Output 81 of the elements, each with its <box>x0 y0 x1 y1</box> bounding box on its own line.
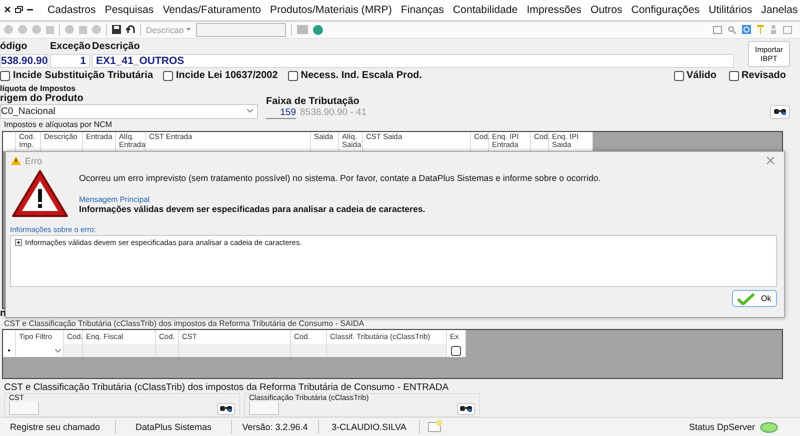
chevron-down-icon <box>247 109 253 114</box>
save-icon[interactable] <box>112 25 121 34</box>
menu-item[interactable]: Outros <box>586 4 627 16</box>
menu-item[interactable]: Produtos/Materiais (MRP) <box>266 4 396 16</box>
checkbox-label: Válido <box>686 70 717 82</box>
table-cell[interactable] <box>156 344 179 358</box>
ok-button[interactable]: Ok <box>732 290 777 307</box>
table-cell[interactable] <box>291 344 327 358</box>
menu-item[interactable]: Janelas <box>756 4 800 16</box>
section-title: CST e Classificação Tributária (cClassTrib) dos impostos da Reforma Tributária de Consumo - ENTRADA <box>4 382 450 394</box>
description-field[interactable]: EX1_41_OUTROS <box>92 54 734 68</box>
origin-dropdown[interactable]: C0_Nacional <box>0 104 258 119</box>
expand-icon[interactable] <box>15 239 22 246</box>
warning-icon <box>11 169 69 219</box>
menu-item[interactable]: Utilitários <box>704 4 757 16</box>
table-cell[interactable] <box>327 344 447 358</box>
status-text: 3-CLAUDIO.SILVA <box>319 420 420 434</box>
close-icon[interactable] <box>4 6 11 14</box>
refresh-icon[interactable] <box>742 25 751 34</box>
table-cell[interactable] <box>64 344 83 358</box>
field-label: rigem do Produto <box>0 92 84 104</box>
binoculars-icon <box>773 107 787 116</box>
search-icon[interactable] <box>728 26 736 34</box>
menu-item[interactable]: Contabilidade <box>448 4 522 16</box>
checkbox-label: Incide Substituição Tributária <box>13 70 154 82</box>
menu-item[interactable]: Impressões <box>522 4 586 16</box>
table-cell[interactable] <box>179 344 291 358</box>
checkbox-label: Revisado <box>742 70 786 82</box>
binoculars-icon <box>219 404 233 414</box>
checkbox[interactable] <box>163 70 174 81</box>
grid-caption: CST e Classificação Tributária (cClassTrib) dos impostos da Reforma Tributária de Consumo - SAIDA <box>3 319 366 330</box>
checkbox-label: Incide Lei 10637/2002 <box>176 70 278 82</box>
globe-icon[interactable] <box>312 24 323 35</box>
search-field[interactable] <box>196 22 286 37</box>
undo-icon[interactable] <box>126 25 135 34</box>
checkmark-icon <box>737 292 755 304</box>
status-text: Versão: 3.2.96.4 <box>232 420 319 434</box>
dialog-title: Erro <box>25 156 42 166</box>
status-text[interactable]: Registre seu chamado <box>0 420 116 434</box>
checkbox[interactable] <box>451 346 461 356</box>
main-error-message: Informações válidas devem ser especificadas para analisar a cadeia de caracteres. <box>79 204 426 214</box>
error-message: Ocorreu um erro imprevisto (sem tratamento possível) no sistema. Por favor, contate a DataPlus Sistemas e informe sobre o ocorrido. <box>79 173 601 185</box>
field-label: Exceção <box>50 40 92 52</box>
restore-icon[interactable] <box>15 6 23 14</box>
section-title: líquota de Impostos <box>0 84 77 93</box>
cst-field[interactable] <box>9 402 39 416</box>
binoculars-icon <box>459 404 473 414</box>
menu-item[interactable]: Pesquisas <box>100 4 158 16</box>
menu-item[interactable]: Finanças <box>396 4 448 16</box>
field-label: ódigo <box>0 40 28 52</box>
status-light <box>760 422 778 433</box>
window-icon[interactable] <box>713 26 722 34</box>
minimize-icon[interactable] <box>27 8 33 12</box>
status-text: Status DpServer <box>688 422 755 432</box>
checkbox[interactable] <box>728 70 739 81</box>
person-icon[interactable] <box>770 25 777 34</box>
checkbox[interactable] <box>0 70 10 81</box>
chevron-down-icon <box>55 348 61 353</box>
search-button[interactable] <box>770 104 790 119</box>
classification-field[interactable] <box>249 402 279 416</box>
exception-field[interactable]: 1 <box>50 54 90 68</box>
menu-item[interactable]: Cadastros <box>43 4 100 16</box>
table-cell[interactable] <box>83 344 156 358</box>
status-text: DataPlus Sistemas <box>116 420 232 434</box>
warning-icon <box>11 156 21 165</box>
panel-icon[interactable] <box>783 26 792 34</box>
grid-caption: Impostos e alíquotas por NCM <box>3 120 114 131</box>
search-button[interactable] <box>217 402 235 415</box>
checkbox[interactable] <box>674 70 684 81</box>
caret-icon <box>186 28 191 32</box>
checkbox[interactable] <box>288 70 298 81</box>
field-label: Faixa de Tributação <box>266 96 360 107</box>
field-label: Descrição <box>92 40 141 52</box>
tax-range-field[interactable]: 159 <box>266 106 296 119</box>
menu-item[interactable]: Configurações <box>626 4 704 16</box>
search-button[interactable] <box>457 402 475 415</box>
code-field[interactable]: 538.90.90 <box>0 54 48 68</box>
menu-item[interactable]: Vendas/Faturamento <box>158 4 266 16</box>
close-button[interactable] <box>766 156 776 166</box>
checkbox-label: Necess. Ind. Escala Prod. <box>300 70 422 82</box>
tax-range-text: 8538.90.90 - 41 <box>300 107 367 118</box>
